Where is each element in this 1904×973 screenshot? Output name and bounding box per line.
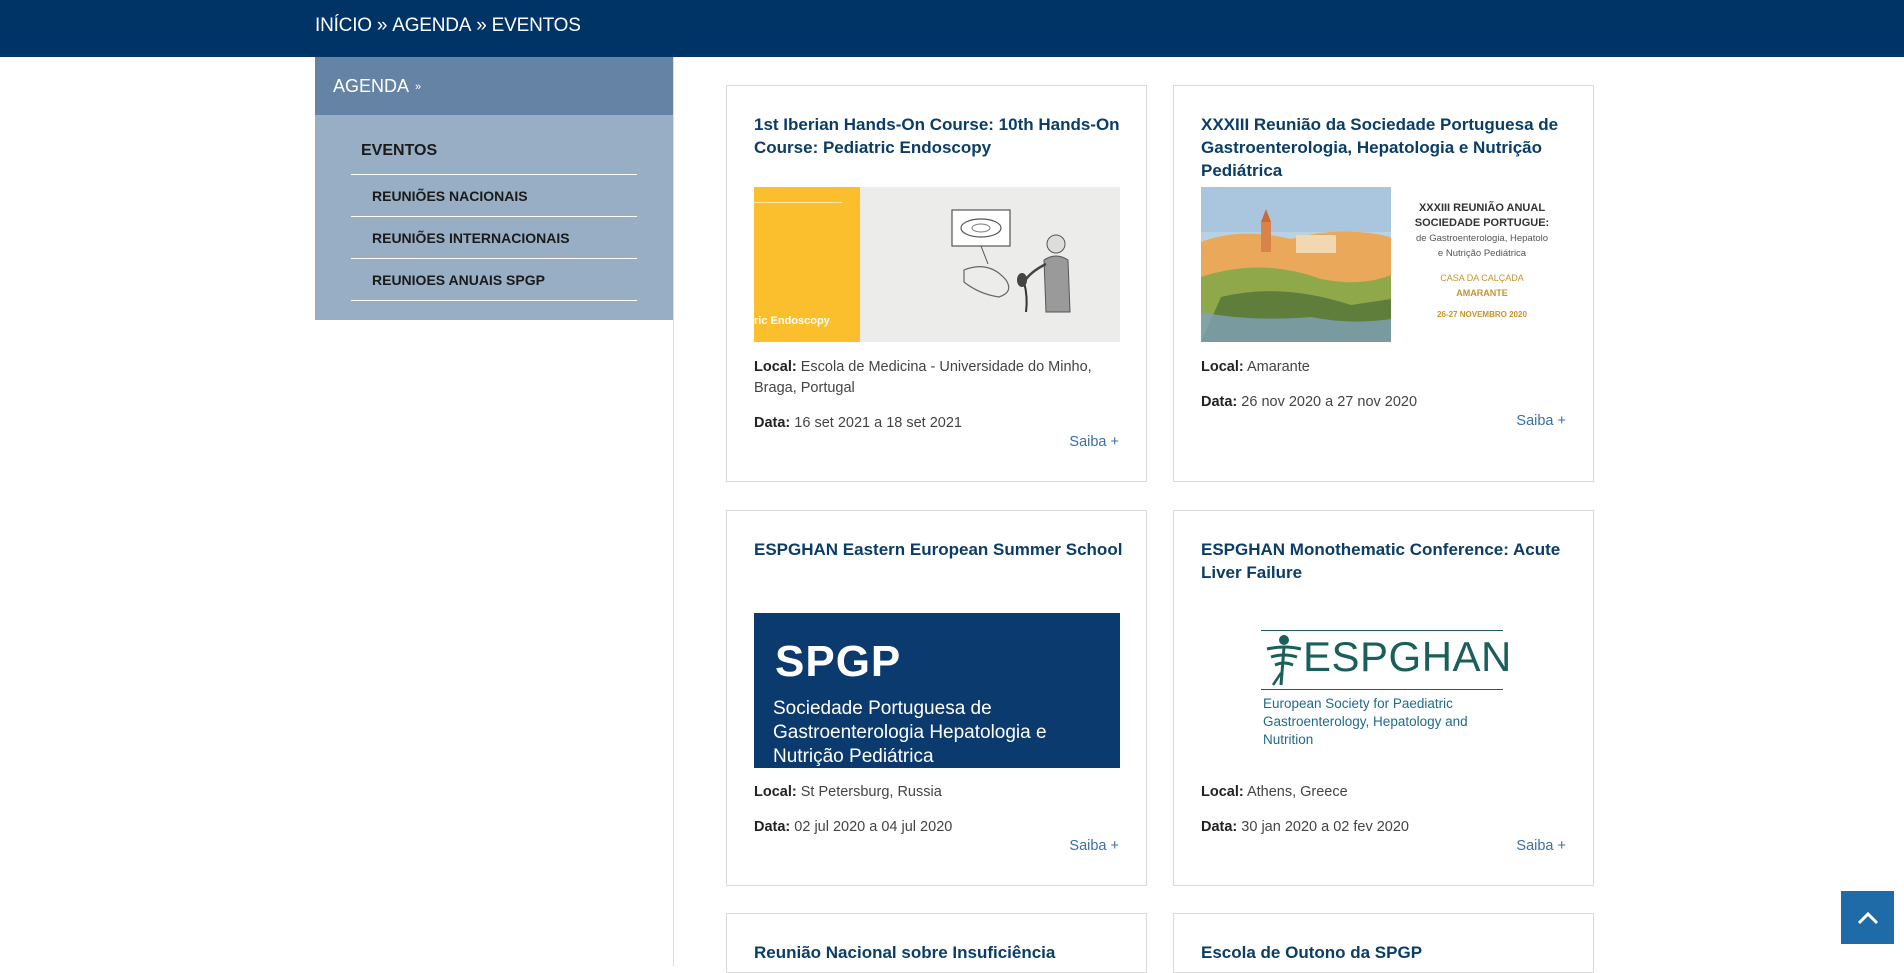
- spgp-subtitle-line: Nutrição Pediátrica: [773, 746, 934, 767]
- sidebar-subheading[interactable]: EVENTOS: [361, 142, 437, 160]
- event-card: 1st Iberian Hands-On Course: 10th Hands-…: [726, 85, 1147, 482]
- event-title[interactable]: ESPGHAN Monothematic Conference: Acute L…: [1201, 538, 1571, 584]
- endoscopy-illustration: [951, 209, 1071, 313]
- sidebar-toggle[interactable]: AGENDA »: [315, 57, 673, 115]
- location-label: Local:: [1201, 359, 1244, 375]
- reuniao-poster-text: XXXIII REUNIÃO ANUAL SOCIEDADE PORTUGUE:…: [1397, 201, 1567, 322]
- location-label: Local:: [754, 784, 797, 800]
- spgp-logo-subtitle: Sociedade Portuguesa de Gastroenterologi…: [773, 697, 1047, 768]
- location-value: Athens, Greece: [1246, 784, 1348, 800]
- sidebar-list: REUNIÕES NACIONAIS REUNIÕES INTERNACIONA…: [351, 174, 637, 301]
- event-date: Data: 26 nov 2020 a 27 nov 2020: [1201, 392, 1571, 413]
- breadcrumb-agenda-link[interactable]: AGENDA: [392, 15, 471, 36]
- spgp-logo-text: SPGP: [775, 637, 902, 686]
- date-value: 30 jan 2020 a 02 fev 2020: [1241, 819, 1409, 835]
- saiba-mais-link[interactable]: Saiba +: [1516, 838, 1566, 854]
- image-line: [754, 202, 842, 203]
- location-label: Local:: [754, 359, 797, 375]
- date-label: Data:: [1201, 394, 1238, 410]
- location-label: Local:: [1201, 784, 1244, 800]
- event-title[interactable]: Reunião Nacional sobre Insuficiência: [754, 941, 1124, 964]
- breadcrumb-current[interactable]: EVENTOS: [492, 15, 581, 36]
- poster-line: SOCIEDADE PORTUGUE:: [1414, 217, 1550, 229]
- poster-line: de Gastroenterologia, Hepatolo: [1415, 233, 1549, 244]
- event-image[interactable]: SPGP Sociedade Portuguesa de Gastroenter…: [754, 613, 1120, 768]
- breadcrumb: INÍCIO» AGENDA» EVENTOS: [315, 15, 581, 37]
- poster-line: e Nutrição Pediátrica: [1437, 248, 1527, 259]
- poster-line: AMARANTE: [1456, 288, 1508, 298]
- espghan-subtitle-line: Nutrition: [1263, 732, 1314, 747]
- event-card: ESPGHAN Eastern European Summer School S…: [726, 510, 1147, 886]
- image-caption: ric Endoscopy: [754, 315, 830, 327]
- amarante-painting: [1201, 187, 1391, 342]
- scroll-to-top-button[interactable]: [1841, 891, 1894, 944]
- top-bar: INÍCIO» AGENDA» EVENTOS: [0, 0, 1904, 57]
- event-date: Data: 02 jul 2020 a 04 jul 2020: [754, 817, 1124, 838]
- saiba-mais-link[interactable]: Saiba +: [1069, 838, 1119, 854]
- location-value: Escola de Medicina - Universidade do Min…: [754, 359, 1092, 396]
- event-location: Local: St Petersburg, Russia: [754, 782, 1124, 803]
- chevron-up-icon: [1857, 911, 1878, 924]
- event-title[interactable]: XXXIII Reunião da Sociedade Portuguesa d…: [1201, 113, 1571, 182]
- espghan-logo-text: ESPGHAN: [1303, 633, 1512, 680]
- event-title[interactable]: ESPGHAN Eastern European Summer School: [754, 538, 1124, 561]
- espghan-subtitle-line: Gastroenterology, Hepatology and: [1263, 714, 1468, 729]
- event-title[interactable]: Escola de Outono da SPGP: [1201, 941, 1571, 964]
- poster-line: 26-27 NOVEMBRO 2020: [1437, 310, 1527, 319]
- event-card: ESPGHAN Monothematic Conference: Acute L…: [1173, 510, 1594, 886]
- poster-line: XXXIII REUNIÃO ANUAL: [1418, 202, 1546, 214]
- sidebar-divider: [673, 57, 674, 966]
- breadcrumb-separator: »: [376, 15, 388, 36]
- event-location: Local: Amarante: [1201, 357, 1571, 378]
- event-date: Data: 30 jan 2020 a 02 fev 2020: [1201, 817, 1571, 838]
- date-value: 02 jul 2020 a 04 jul 2020: [794, 819, 953, 835]
- logo-rule: [1261, 630, 1503, 631]
- sidebar-item-reunioes-internacionais[interactable]: REUNIÕES INTERNACIONAIS: [351, 217, 637, 259]
- date-label: Data:: [1201, 819, 1238, 835]
- breadcrumb-home-link[interactable]: INÍCIO: [315, 15, 372, 36]
- date-label: Data:: [754, 415, 791, 431]
- spgp-subtitle-line: Gastroenterologia Hepatologia e: [773, 722, 1047, 743]
- sidebar-item-reunioes-anuais[interactable]: REUNIOES ANUAIS SPGP: [351, 259, 637, 301]
- event-location: Local: Escola de Medicina - Universidade…: [754, 357, 1124, 399]
- sidebar-nav: AGENDA » EVENTOS REUNIÕES NACIONAIS REUN…: [315, 57, 673, 320]
- event-image[interactable]: ric Endoscopy: [754, 187, 1120, 342]
- event-card: Reunião Nacional sobre Insuficiência: [726, 913, 1147, 973]
- date-label: Data:: [754, 819, 791, 835]
- sidebar-item-reunioes-nacionais[interactable]: REUNIÕES NACIONAIS: [351, 175, 637, 217]
- espghan-logo-subtitle: European Society for Paediatric Gastroen…: [1263, 695, 1468, 749]
- location-value: St Petersburg, Russia: [800, 784, 942, 800]
- spgp-subtitle-line: Sociedade Portuguesa de: [773, 698, 992, 719]
- double-chevron-down-icon: »: [415, 81, 422, 93]
- date-value: 26 nov 2020 a 27 nov 2020: [1241, 394, 1418, 410]
- saiba-mais-link[interactable]: Saiba +: [1516, 413, 1566, 429]
- event-card: Escola de Outono da SPGP: [1173, 913, 1594, 973]
- date-value: 16 set 2021 a 18 set 2021: [794, 415, 962, 431]
- saiba-mais-link[interactable]: Saiba +: [1069, 434, 1119, 450]
- event-date: Data: 16 set 2021 a 18 set 2021: [754, 413, 1124, 434]
- location-value: Amarante: [1246, 359, 1310, 375]
- event-image[interactable]: XXXIII REUNIÃO ANUAL SOCIEDADE PORTUGUE:…: [1201, 187, 1567, 342]
- event-card: XXXIII Reunião da Sociedade Portuguesa d…: [1173, 85, 1594, 482]
- event-location: Local: Athens, Greece: [1201, 782, 1571, 803]
- logo-rule: [1261, 689, 1503, 690]
- sidebar-heading: AGENDA: [333, 75, 410, 96]
- breadcrumb-separator: »: [476, 15, 487, 36]
- espghan-logo-icon: [1266, 635, 1302, 686]
- event-title[interactable]: 1st Iberian Hands-On Course: 10th Hands-…: [754, 113, 1124, 159]
- espghan-subtitle-line: European Society for Paediatric: [1263, 696, 1453, 711]
- event-image[interactable]: ESPGHAN European Society for Paediatric …: [1201, 613, 1567, 768]
- poster-line: CASA DA CALÇADA: [1440, 273, 1524, 283]
